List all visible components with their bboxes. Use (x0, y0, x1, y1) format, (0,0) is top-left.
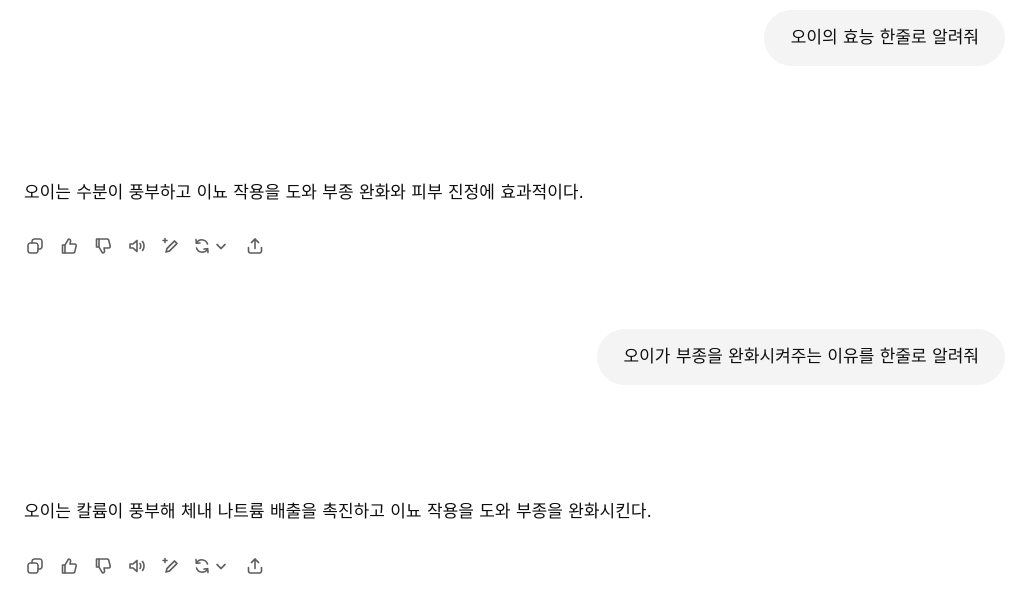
regenerate-button[interactable] (192, 553, 232, 579)
assistant-message-text: 오이는 칼륨이 풍부해 체내 나트륨 배출을 촉진하고 이뇨 작용을 도와 부종… (24, 502, 652, 522)
share-icon (247, 238, 263, 254)
share-icon (247, 558, 263, 574)
assistant-message: 오이는 수분이 풍부하고 이뇨 작용을 도와 부종 완화와 피부 진정에 효과적… (24, 180, 584, 206)
thumbs-up-button[interactable] (56, 553, 82, 579)
copy-button[interactable] (22, 553, 48, 579)
assistant-message-text: 오이는 수분이 풍부하고 이뇨 작용을 도와 부종 완화와 피부 진정에 효과적… (24, 183, 584, 203)
user-message-bubble: 오이의 효능 한줄로 알려줘 (763, 10, 1005, 66)
chevron-down-icon (216, 243, 226, 250)
message-action-bar (22, 553, 276, 579)
edit-button[interactable] (158, 233, 184, 259)
read-aloud-icon (129, 239, 145, 253)
thumbs-down-icon (95, 238, 111, 254)
thumbs-up-icon (61, 238, 77, 254)
regenerate-icon (195, 238, 226, 254)
user-message-text: 오이의 효능 한줄로 알려줘 (790, 28, 979, 48)
share-button[interactable] (242, 233, 268, 259)
share-button[interactable] (242, 553, 268, 579)
thumbs-up-button[interactable] (56, 233, 82, 259)
copy-icon (27, 238, 43, 254)
read-aloud-icon (129, 559, 145, 573)
read-aloud-button[interactable] (124, 233, 150, 259)
thumbs-down-button[interactable] (90, 553, 116, 579)
message-action-bar (22, 233, 276, 259)
regenerate-icon (195, 558, 226, 574)
copy-button[interactable] (22, 233, 48, 259)
chevron-down-icon (216, 563, 226, 570)
user-message-text: 오이가 부종을 완화시켜주는 이유를 한줄로 알려줘 (623, 347, 979, 367)
edit-sparkle-icon (162, 237, 178, 253)
edit-sparkle-icon (162, 557, 178, 573)
edit-button[interactable] (158, 553, 184, 579)
regenerate-button[interactable] (192, 233, 232, 259)
user-message-bubble: 오이가 부종을 완화시켜주는 이유를 한줄로 알려줘 (596, 329, 1005, 385)
assistant-message: 오이는 칼륨이 풍부해 체내 나트륨 배출을 촉진하고 이뇨 작용을 도와 부종… (24, 499, 652, 525)
thumbs-up-icon (61, 558, 77, 574)
thumbs-down-icon (95, 558, 111, 574)
thumbs-down-button[interactable] (90, 233, 116, 259)
read-aloud-button[interactable] (124, 553, 150, 579)
copy-icon (27, 558, 43, 574)
